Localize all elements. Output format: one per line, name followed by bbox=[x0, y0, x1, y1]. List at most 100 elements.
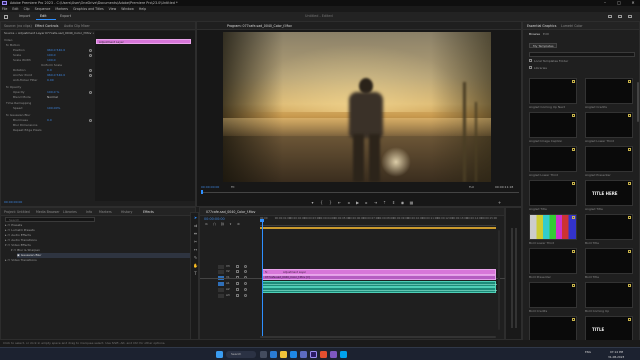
local-templates-checkbox[interactable]: Local Templates Folder bbox=[529, 59, 568, 64]
file-explorer-icon[interactable] bbox=[280, 351, 287, 358]
track-mute-icon[interactable] bbox=[244, 288, 247, 291]
template-thumbnail[interactable] bbox=[529, 146, 577, 172]
track-target-toggle[interactable] bbox=[218, 293, 224, 298]
antiflicker-value[interactable]: 0.00 bbox=[47, 78, 54, 83]
template-thumbnail[interactable] bbox=[529, 112, 577, 138]
timeline-h-scrollbar[interactable] bbox=[260, 336, 496, 338]
track-select-tool-icon[interactable]: ⇉ bbox=[193, 223, 198, 228]
add-marker-timeline-icon[interactable]: ▾ bbox=[228, 222, 233, 227]
eg-edit-tab[interactable]: Edit bbox=[543, 32, 549, 37]
play-icon[interactable]: ▶ bbox=[355, 200, 360, 205]
resolution-dropdown[interactable]: Full bbox=[469, 185, 474, 190]
ripple-edit-tool-icon[interactable]: ⇹ bbox=[193, 231, 198, 236]
export-frame-icon[interactable]: ◉ bbox=[400, 200, 405, 205]
track-lock-icon[interactable] bbox=[236, 288, 239, 291]
template-thumbnail[interactable] bbox=[529, 78, 577, 104]
template-thumbnail[interactable] bbox=[585, 112, 633, 138]
store-icon[interactable] bbox=[300, 351, 307, 358]
scrub-bar[interactable] bbox=[201, 192, 519, 193]
step-back-icon[interactable]: ◂ bbox=[346, 200, 351, 205]
template-thumbnail[interactable] bbox=[529, 248, 577, 274]
blend-mode-dropdown[interactable]: Normal bbox=[47, 95, 58, 100]
track-target-toggle[interactable] bbox=[218, 264, 224, 269]
selection-tool-icon[interactable]: ➤ bbox=[193, 215, 198, 220]
template-thumbnail[interactable]: TITLE HERE bbox=[585, 180, 633, 206]
blurriness-value[interactable]: 0.0 bbox=[47, 118, 52, 123]
task-view-icon[interactable] bbox=[260, 351, 267, 358]
menu-graphics[interactable]: Graphics and Titles bbox=[73, 7, 104, 11]
track-target-toggle[interactable] bbox=[218, 287, 224, 292]
track-header[interactable]: A3 bbox=[202, 293, 258, 298]
effect-gaussian-blur[interactable]: ▣ Gaussian Blur bbox=[17, 253, 193, 258]
template-thumbnail[interactable] bbox=[585, 282, 633, 308]
template-thumbnail[interactable] bbox=[529, 180, 577, 206]
prop-repeat-edge[interactable]: Repeat Edge Pixels bbox=[13, 128, 42, 133]
tab-markers[interactable]: Markers bbox=[99, 208, 112, 216]
effect-controls-timecode[interactable]: 00:00:00:00 bbox=[4, 200, 22, 205]
libraries-checkbox[interactable]: Libraries bbox=[529, 66, 547, 71]
tab-media-browser[interactable]: Media Browser bbox=[36, 208, 60, 216]
tab-essential-graphics[interactable]: Essential Graphics bbox=[527, 22, 556, 30]
menu-window[interactable]: Window bbox=[121, 7, 134, 11]
widgets-icon[interactable] bbox=[270, 351, 277, 358]
track-eye-icon[interactable] bbox=[244, 270, 247, 273]
track-target-toggle[interactable] bbox=[218, 281, 224, 286]
adjustment-clip-mini[interactable]: Adjustment Layer bbox=[96, 39, 191, 44]
playhead-handle[interactable] bbox=[260, 219, 264, 222]
app-icon[interactable] bbox=[340, 351, 347, 358]
template-thumbnail[interactable] bbox=[585, 214, 633, 240]
hand-tool-icon[interactable]: ✋ bbox=[193, 263, 198, 268]
edge-icon[interactable] bbox=[290, 351, 297, 358]
go-to-out-icon[interactable]: ⇥ bbox=[373, 200, 378, 205]
track-lock-icon[interactable] bbox=[236, 265, 239, 268]
timeline-v-scrollbar[interactable] bbox=[498, 230, 500, 330]
track-lock-icon[interactable] bbox=[236, 270, 239, 273]
template-thumbnail[interactable] bbox=[529, 316, 577, 342]
tab-libraries[interactable]: Libraries bbox=[63, 208, 77, 216]
tab-effect-controls[interactable]: Effect Controls bbox=[35, 22, 58, 30]
track-header[interactable]: V2 bbox=[202, 269, 258, 274]
menu-sequence[interactable]: Sequence bbox=[35, 7, 51, 11]
menu-view[interactable]: View bbox=[109, 7, 117, 11]
eg-search-input[interactable] bbox=[529, 52, 635, 57]
program-playhead[interactable] bbox=[201, 190, 203, 194]
keyframe-toggle-icon[interactable] bbox=[89, 54, 92, 57]
office-icon[interactable] bbox=[320, 351, 327, 358]
track-eye-icon[interactable] bbox=[244, 265, 247, 268]
workspace-import[interactable]: Import bbox=[19, 12, 30, 21]
app-icon[interactable] bbox=[330, 351, 337, 358]
template-thumbnail[interactable] bbox=[585, 146, 633, 172]
step-forward-icon[interactable]: ▸ bbox=[364, 200, 369, 205]
menu-edit[interactable]: Edit bbox=[12, 7, 18, 11]
keyframe-toggle-icon[interactable] bbox=[89, 91, 92, 94]
track-header[interactable]: A1 bbox=[202, 281, 258, 286]
program-title[interactable]: Program: 077cafe-sad_0040_Color_f.Mov bbox=[227, 22, 292, 30]
keyframe-toggle-icon[interactable] bbox=[89, 74, 92, 77]
menu-file[interactable]: File bbox=[2, 7, 7, 11]
menu-markers[interactable]: Markers bbox=[55, 7, 68, 11]
tab-info[interactable]: Info bbox=[86, 208, 92, 216]
speed-value[interactable]: 100.00% bbox=[47, 106, 60, 111]
tab-project[interactable]: Project: Untitled bbox=[4, 208, 30, 216]
track-header[interactable]: A2 bbox=[202, 287, 258, 292]
workspace-export[interactable]: Export bbox=[60, 12, 71, 21]
go-to-in-icon[interactable]: ⇤ bbox=[337, 200, 342, 205]
taskbar-search[interactable]: Search bbox=[226, 351, 256, 358]
mark-in-icon[interactable]: { bbox=[319, 200, 324, 205]
video-frame[interactable] bbox=[223, 32, 491, 182]
my-templates-button[interactable]: My Templates bbox=[529, 43, 557, 48]
home-icon[interactable] bbox=[4, 14, 8, 19]
comparison-view-icon[interactable]: ▦ bbox=[409, 200, 414, 205]
lift-icon[interactable]: ⇡ bbox=[382, 200, 387, 205]
clock-time[interactable]: 07:14 PM bbox=[610, 350, 623, 354]
menu-clip[interactable]: Clip bbox=[24, 7, 30, 11]
timeline-settings-icon[interactable]: ⚙ bbox=[236, 222, 241, 227]
snap-icon[interactable]: ⋂ bbox=[212, 222, 217, 227]
extract-icon[interactable]: ⇞ bbox=[391, 200, 396, 205]
track-lock-icon[interactable] bbox=[236, 282, 239, 285]
video-clip[interactable]: 077cafe-sad_0040_Color_f.Mov [V] bbox=[262, 275, 496, 280]
nest-icon[interactable]: ⧉ bbox=[204, 222, 209, 227]
eg-browse-tab[interactable]: Browse bbox=[529, 32, 540, 37]
sequence-tab[interactable]: 077cafe-sad_0040_Color_f.Mov bbox=[206, 208, 255, 216]
premiere-taskbar-icon[interactable] bbox=[310, 351, 317, 358]
